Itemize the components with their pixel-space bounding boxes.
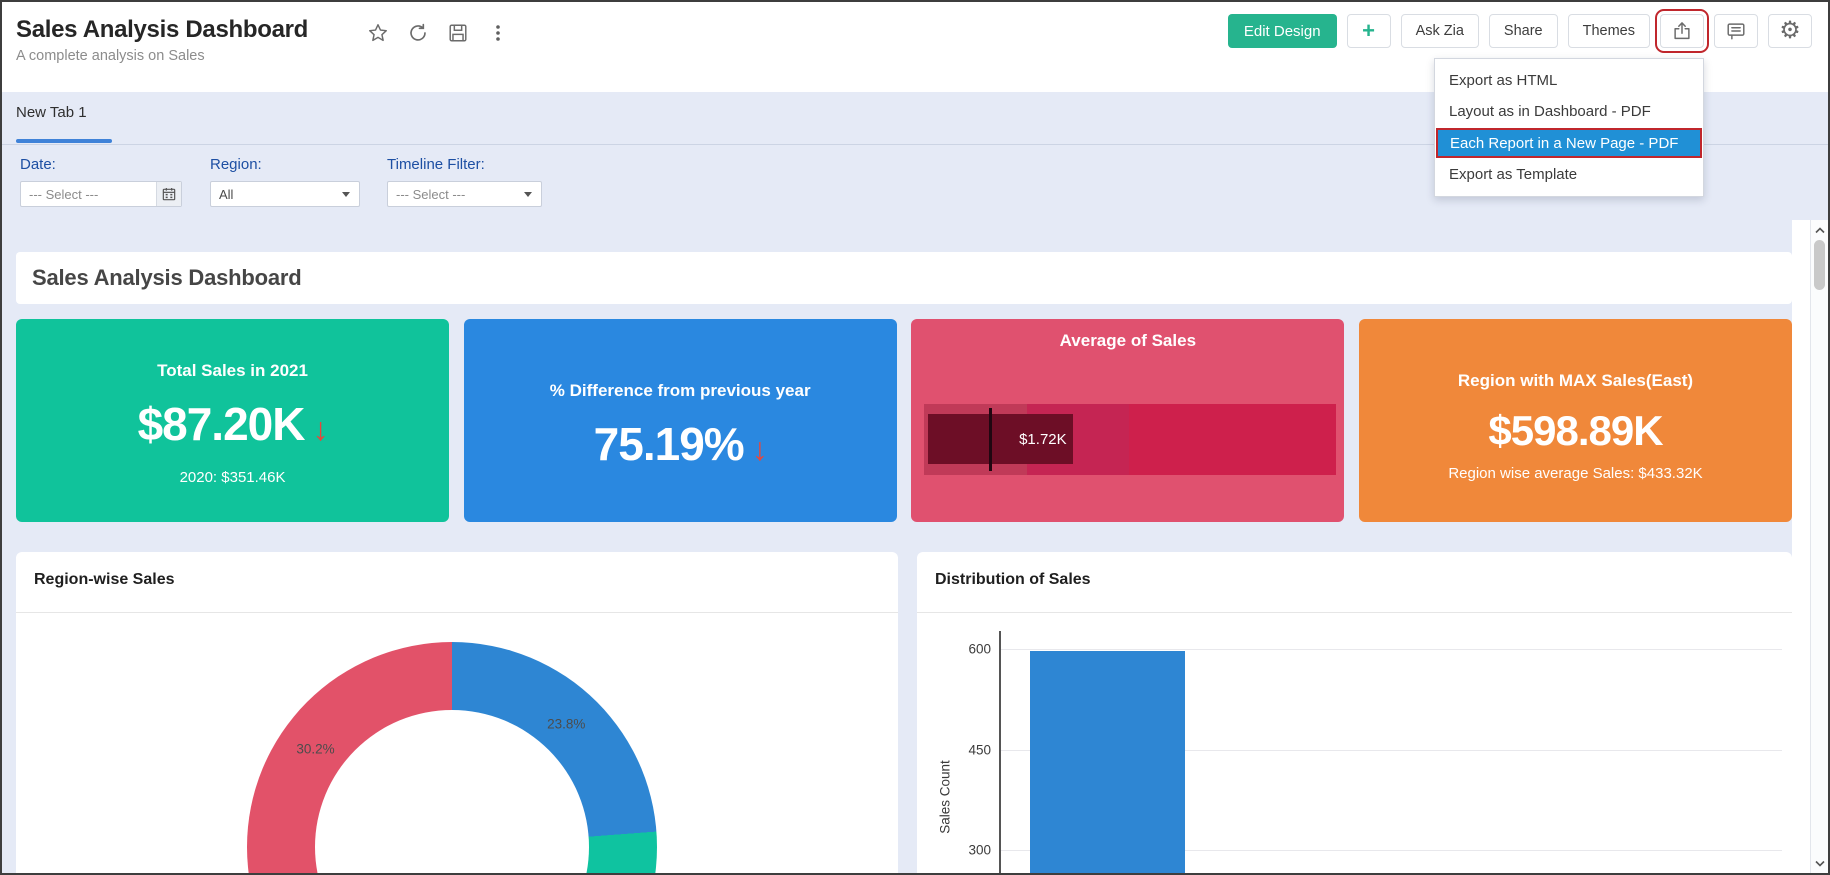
chart-title: Distribution of Sales [935,571,1091,588]
export-menu: Export as HTML Layout as in Dashboard - P… [1434,58,1704,197]
y-tick-label: 300 [968,842,991,858]
filter-group: Date: --- Select --- [20,156,182,207]
kpi-card-average-of-sales: Average of Sales $1.72K [911,319,1345,522]
themes-button[interactable]: Themes [1567,14,1650,48]
y-axis-line [999,631,1001,873]
bar [1030,651,1185,873]
donut-chart [247,642,657,873]
bullet-measure-bar: $1.72K [928,414,1073,464]
export-icon [1671,20,1693,42]
filter-select[interactable]: --- Select --- [387,181,542,207]
settings-button[interactable]: ⚙ [1768,14,1812,48]
scroll-up-arrow-icon[interactable] [1811,223,1828,237]
kpi-value: 75.19% ↓ [464,417,897,471]
page-title: Sales Analysis Dashboard [16,16,309,43]
chart-title: Region-wise Sales [34,571,175,588]
filter-select[interactable]: All [210,181,360,207]
bullet-chart: $1.72K [924,404,1337,475]
kpi-title: Region with MAX Sales(East) [1457,371,1694,390]
gridline [1000,649,1782,650]
caret-down-icon [335,182,359,206]
save-icon[interactable] [446,21,470,45]
add-tab-button[interactable]: + [1346,14,1391,48]
export-menu-item[interactable]: Export as HTML [1435,65,1703,96]
export-menu-item[interactable]: Export as Template [1435,159,1703,190]
card-divider [16,612,898,613]
kpi-subtext: 2020: $351.46K [179,469,286,486]
y-tick-label: 600 [968,641,991,657]
caret-glyph [342,191,350,197]
calendar-icon [156,182,181,206]
header-actions: Edit Design + Ask Zia Share Themes ⚙ [1227,9,1812,53]
comment-icon [1725,20,1747,42]
y-tick-label: 450 [968,742,991,757]
filter-value: --- Select --- [396,186,466,202]
kpi-value-text: $598.89K [1488,407,1663,454]
trend-down-arrow-icon: ↓ [312,411,328,447]
edit-design-button[interactable]: Edit Design [1227,14,1337,48]
kpi-card-total-sales-2021: Total Sales in 2021 $87.20K ↓ 2020: $351.46… [16,319,450,522]
page-subtitle: A complete analysis on Sales [16,48,205,64]
kpi-value: $87.20K ↓ [16,397,449,451]
kpi-value: $598.89K [1359,407,1792,455]
caret-glyph [524,191,532,197]
caret-down-icon [517,182,541,206]
kpi-card-region-max-sales: Region with MAX Sales(East) $598.89K Regio… [1358,319,1793,522]
export-button[interactable] [1655,9,1709,53]
donut-slice-label: 23.8% [547,716,586,732]
trend-down-arrow-icon: ↓ [751,431,768,467]
dashboard-title-strip: Sales Analysis Dashboard [16,252,1792,304]
settings-gear-icon: ⚙ [1779,17,1801,44]
distribution-of-sales-card: Distribution of Sales Sales Count 600 450… [917,552,1792,873]
comments-button[interactable] [1714,14,1758,48]
export-menu-item[interactable]: Each Report in a New Page - PDF [1436,128,1702,158]
kpi-value-text: 75.19% [593,418,745,470]
star-icon[interactable] [366,21,390,45]
kpi-row: Total Sales in 2021 $87.20K ↓ 2020: $351.46… [16,319,1793,522]
bullet-band [1128,404,1337,475]
kpi-title: Total Sales in 2021 [157,361,308,380]
refresh-icon[interactable] [406,21,430,45]
kpi-value-text: $87.20K [137,398,306,450]
kpi-title: Average of Sales [1059,331,1197,350]
ask-zia-button[interactable]: Ask Zia [1400,14,1479,48]
header-toolbar [366,21,510,45]
filter-group: Timeline Filter: --- Select --- [387,156,542,207]
bullet-value-label: $1.72K [1019,430,1067,448]
donut-slice-label: 30.2% [296,741,335,757]
dashboard-title: Sales Analysis Dashboard [32,265,302,290]
kebab-menu-icon[interactable] [486,21,510,45]
kpi-card-pct-difference: % Difference from previous year 75.19% ↓ [463,319,897,522]
filter-label: Region: [210,156,262,173]
export-menu-item[interactable]: Layout as in Dashboard - PDF [1435,96,1703,127]
filter-value: --- Select --- [29,186,99,202]
bullet-target-line [989,408,992,471]
filter-label: Date: [20,156,56,173]
filter-group: Region: All [210,156,360,207]
scroll-down-arrow-icon[interactable] [1811,856,1828,870]
page-edge [1792,220,1810,873]
y-axis-label: Sales Count [937,760,953,834]
vertical-scrollbar[interactable] [1810,220,1828,873]
filter-label: Timeline Filter: [387,156,485,173]
scrollbar-thumb[interactable] [1814,240,1825,290]
app-window: Sales Analysis Dashboard A complete anal… [0,0,1830,875]
kpi-title: % Difference from previous year [549,381,811,400]
filter-select[interactable]: --- Select --- [20,181,182,207]
share-button[interactable]: Share [1488,14,1558,48]
card-divider [917,612,1792,613]
filter-value: All [219,186,234,202]
region-wise-sales-card: Region-wise Sales 23.8% 30.2% [16,552,898,873]
kpi-subtext: Region wise average Sales: $433.32K [1448,465,1703,482]
workspace: New Tab 1 Date: --- Select --- Region: All T… [2,92,1828,873]
